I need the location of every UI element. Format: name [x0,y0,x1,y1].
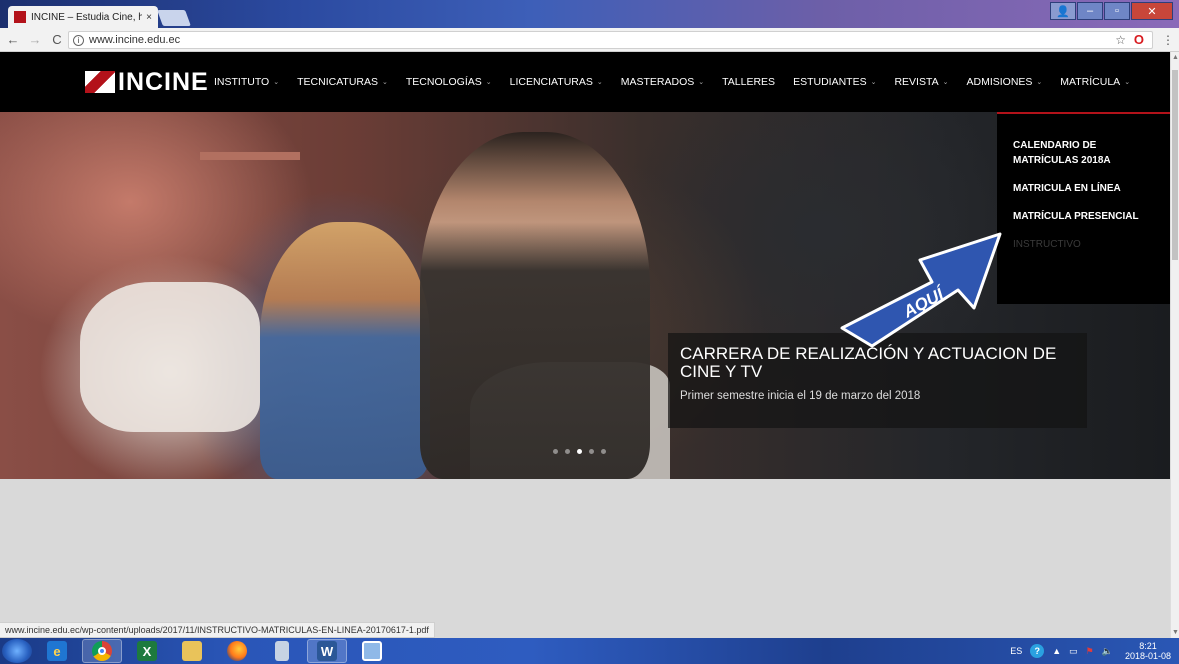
nav-item-label: INSTITUTO [214,76,270,88]
nav-item-masterados[interactable]: MASTERADOS ⌄ [621,76,704,88]
browser-menu-icon[interactable]: ⋮ [1162,33,1174,47]
slider-dot[interactable] [589,449,594,454]
calculator-icon[interactable] [262,639,302,663]
opera-extension-icon[interactable]: O [1134,32,1144,47]
close-window-button[interactable]: ✕ [1131,2,1173,20]
chevron-down-icon: ⌄ [596,79,603,86]
nav-item-label: LICENCIATURAS [509,76,593,88]
chevron-down-icon: ⌄ [942,79,949,86]
bookmark-star-icon[interactable]: ☆ [1115,33,1126,47]
nav-item-talleres[interactable]: TALLERES [722,76,775,88]
back-button[interactable]: ← [4,32,22,47]
nav-item-label: REVISTA [894,76,939,88]
taskbar-clock[interactable]: 8:21 2018-01-08 [1125,641,1171,661]
clock-time: 8:21 [1139,641,1157,651]
scroll-up-icon[interactable]: ▲ [1172,54,1179,61]
picture-viewer-icon[interactable] [352,639,392,663]
nav-item-tecnologias[interactable]: TECNOLOGÍAS ⌄ [406,76,492,88]
slider-dots [553,449,606,454]
address-url[interactable]: www.incine.edu.ec [89,34,180,46]
dropdown-item[interactable]: INSTRUCTIVO [1013,237,1143,252]
nav-item-label: MASTERADOS [620,76,695,88]
dropdown-item[interactable]: MATRÍCULA PRESENCIAL [1013,209,1143,224]
nav-item-revista[interactable]: REVISTA ⌄ [894,76,948,88]
nav-item-label: TECNICATURAS [297,76,379,88]
main-menu: INSTITUTO ⌄ TECNICATURAS ⌄ TECNOLOGÍAS ⌄ LICEN… [214,76,1148,88]
slider-dot[interactable] [553,449,558,454]
browser-titlebar: INCINE – Estudia Cine, ho × 👤 – ▫ ✕ [0,0,1179,28]
window-controls: 👤 – ▫ ✕ [1050,2,1173,20]
nav-item-label: MATRÍCULA [1060,76,1121,88]
nav-item-label: TECNOLOGÍAS [405,76,482,88]
incine-logo[interactable]: INCINE [85,67,209,96]
chevron-down-icon: ⌄ [1036,79,1043,86]
status-bar: www.incine.edu.ec/wp-content/uploads/201… [0,622,435,638]
minimize-button[interactable]: – [1077,2,1103,20]
incine-favicon-icon [14,11,26,23]
chevron-down-icon: ⌄ [485,79,492,86]
tab-close-icon[interactable]: × [146,12,152,23]
chrome-icon[interactable] [82,639,122,663]
volume-icon[interactable]: 🔈 [1102,646,1113,657]
arrow-shape [840,232,1002,348]
chevron-down-icon: ⌄ [1124,79,1131,86]
maximize-button[interactable]: ▫ [1104,2,1130,20]
scroll-thumb[interactable] [1172,70,1178,260]
logo-mark-icon [85,71,115,93]
slider-dot[interactable] [565,449,570,454]
network-icon[interactable]: ▭ [1069,646,1078,657]
hero-image-pillow [80,282,260,432]
hero-subtitle: Primer semestre inicia el 19 de marzo de… [680,390,921,402]
nav-item-tecnicaturas[interactable]: TECNICATURAS ⌄ [297,76,388,88]
hero-image-shelf [200,152,300,160]
aqui-arrow-annotation: AQUÍ [840,232,1002,348]
nav-item-label: ADMISIONES [966,76,1033,88]
chevron-down-icon: ⌄ [382,79,388,86]
address-bar[interactable]: i www.incine.edu.ec ☆ O [68,31,1153,49]
nav-item-licenciaturas[interactable]: LICENCIATURAS ⌄ [510,76,603,88]
action-center-flag-icon[interactable]: ⚑ [1086,646,1094,657]
nav-item-label: TALLERES [722,76,776,88]
internet-explorer-icon[interactable]: e [37,639,77,663]
site-navbar: INCINE INSTITUTO ⌄ TECNICATURAS ⌄ TECNOLOGÍA… [0,52,1170,112]
forward-button[interactable]: → [26,32,44,47]
matricula-dropdown: CALENDARIO DE MATRÍCULAS 2018A MATRICULA … [997,112,1170,304]
language-indicator[interactable]: ES [1010,646,1022,656]
help-icon[interactable]: ? [1030,644,1045,658]
dropdown-item[interactable]: CALENDARIO DE MATRÍCULAS 2018A [1013,138,1143,168]
nav-item-matricula[interactable]: MATRÍCULA ⌄ [1060,76,1130,88]
scroll-down-icon[interactable]: ▼ [1172,629,1179,636]
file-explorer-icon[interactable] [172,639,212,663]
browser-tab[interactable]: INCINE – Estudia Cine, ho × [8,6,158,28]
hero-image-actor [420,132,650,479]
page-scrollbar[interactable]: ▲ ▼ [1170,52,1179,638]
nav-item-instituto[interactable]: INSTITUTO ⌄ [214,76,279,88]
chevron-down-icon: ⌄ [698,79,705,86]
chevron-down-icon: ⌄ [273,79,280,86]
user-profile-icon[interactable]: 👤 [1050,2,1076,20]
new-tab-button[interactable] [157,10,191,26]
windows-taskbar: e X W ES ? ▲ ▭ ⚑ 🔈 8:21 2018-01-08 [0,638,1179,664]
show-hidden-icons-icon[interactable]: ▲ [1052,646,1061,656]
web-page: INCINE INSTITUTO ⌄ TECNICATURAS ⌄ TECNOLOGÍA… [0,52,1170,638]
system-tray: ES ? ▲ ▭ ⚑ 🔈 8:21 2018-01-08 [1002,638,1171,664]
logo-text: INCINE [118,67,209,96]
site-info-icon[interactable]: i [73,34,84,46]
slider-dot[interactable] [577,449,582,454]
chevron-down-icon: ⌄ [870,79,877,86]
word-icon[interactable]: W [307,639,347,663]
dropdown-item[interactable]: MATRICULA EN LÍNEA [1013,181,1143,196]
hero-image-actress [260,222,430,479]
tab-title: INCINE – Estudia Cine, ho [31,11,143,23]
excel-icon[interactable]: X [127,639,167,663]
address-toolbar: ← → C i www.incine.edu.ec ☆ O ⋮ [0,28,1179,52]
start-orb-icon[interactable] [2,639,32,663]
reload-button[interactable]: C [48,32,66,47]
nav-item-admisiones[interactable]: ADMISIONES ⌄ [966,76,1042,88]
firefox-icon[interactable] [217,639,257,663]
slider-dot[interactable] [601,449,606,454]
clock-date: 2018-01-08 [1124,651,1171,661]
nav-item-label: ESTUDIANTES [793,76,867,88]
nav-item-estudiantes[interactable]: ESTUDIANTES ⌄ [793,76,876,88]
